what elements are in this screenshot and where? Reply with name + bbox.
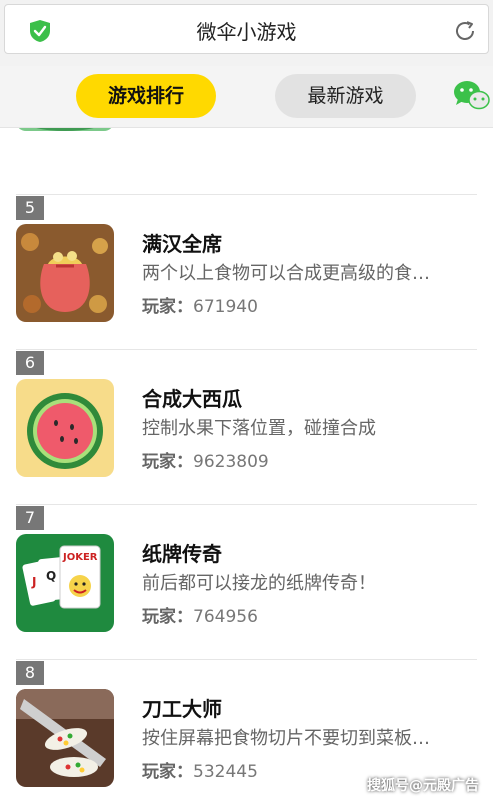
game-name: 纸牌传奇 [142,542,222,566]
divider [16,659,477,660]
rank-badge: 7 [16,506,44,530]
game-description: 按住屏幕把食物切片不要切到菜板… [142,728,430,749]
svg-text:J: J [31,575,36,589]
tabs-bar: 游戏排行 最新游戏 [0,66,493,128]
rank-badge: 8 [16,661,44,685]
red-flower-game-icon [16,128,114,131]
player-count: 玩家：532445 [142,762,258,782]
svg-text:Q: Q [46,569,56,583]
address-box[interactable]: 微伞小游戏 [4,4,489,54]
tab-new-games[interactable]: 最新游戏 [275,74,416,118]
rank-badge: 6 [16,351,44,375]
svg-text:JOKER: JOKER [62,552,98,563]
game-name: 合成大西瓜 [142,387,242,411]
address-bar: 微伞小游戏 [0,0,493,66]
list-item[interactable]: 5 满汉全席 两个以上食物可以合成更高级的食… 玩家：671940 [0,194,493,349]
player-count: 玩家：671940 [142,297,258,317]
game-name: 满汉全席 [142,232,222,256]
list-item[interactable]: 6 合成大西瓜 控制水果下落位置，碰撞合成 玩家：9623809 [0,349,493,504]
rank-badge: 5 [16,196,44,220]
game-description: 两个以上食物可以合成更高级的食… [142,263,430,284]
page-title: 微伞小游戏 [196,20,297,44]
player-count: 玩家：9623809 [142,452,269,472]
game-list: 玩家：1891363 5 满汉全 [0,128,493,803]
food-bag-icon [16,224,114,322]
game-description: 控制水果下落位置，碰撞合成 [142,418,376,439]
game-description: 前后都可以接龙的纸牌传奇！ [142,573,376,594]
wechat-share-icon[interactable] [452,78,490,112]
app-root: 微伞小游戏 游戏排行 最新游戏 5 满汉全席 两个以上食物可以合成更高级的食… … [0,0,493,803]
watermark: 搜狐号@元殿广告 [367,778,479,794]
list-item[interactable]: 玩家：1891363 [0,128,493,158]
game-name: 刀工大师 [142,697,222,721]
knife-cutting-icon [16,689,114,787]
divider [16,349,477,350]
player-count: 玩家：764956 [142,607,258,627]
refresh-icon[interactable] [453,19,477,43]
list-item[interactable]: 7 J Q JOKER 纸牌传奇 前后都可以接龙的纸牌传奇！ 玩家：764956 [0,504,493,659]
watermelon-icon [16,379,114,477]
tab-game-ranking[interactable]: 游戏排行 [76,74,216,118]
divider [16,194,477,195]
playing-cards-icon: J Q JOKER [16,534,114,632]
divider [16,504,477,505]
